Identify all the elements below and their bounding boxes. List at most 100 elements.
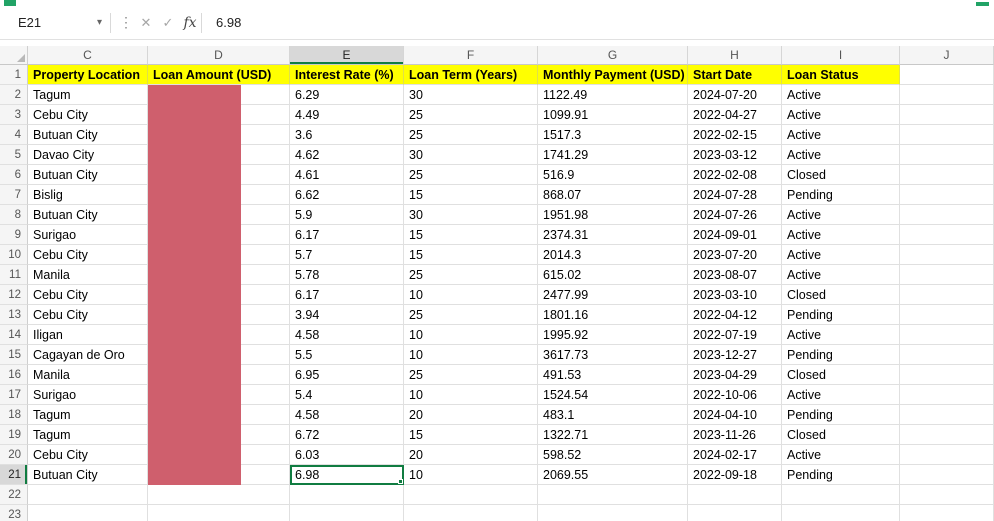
chevron-down-icon[interactable]: ▾ — [97, 17, 102, 28]
cell-C5[interactable]: Davao City — [28, 145, 148, 165]
cell-G4[interactable]: 1517.3 — [538, 125, 688, 145]
cell-G15[interactable]: 3617.73 — [538, 345, 688, 365]
cell-J1[interactable] — [900, 65, 994, 85]
cell-H7[interactable]: 2024-07-28 — [688, 185, 782, 205]
cell-J18[interactable] — [900, 405, 994, 425]
cell-J21[interactable] — [900, 465, 994, 485]
cell-H8[interactable]: 2024-07-26 — [688, 205, 782, 225]
cell-J14[interactable] — [900, 325, 994, 345]
cell-G5[interactable]: 1741.29 — [538, 145, 688, 165]
cell-F5[interactable]: 30 — [404, 145, 538, 165]
cell-J15[interactable] — [900, 345, 994, 365]
cell-H10[interactable]: 2023-07-20 — [688, 245, 782, 265]
cell-J12[interactable] — [900, 285, 994, 305]
cancel-icon[interactable]: ✕ — [135, 15, 157, 31]
cell-F16[interactable]: 25 — [404, 365, 538, 385]
cell-F13[interactable]: 25 — [404, 305, 538, 325]
cell-H21[interactable]: 2022-09-18 — [688, 465, 782, 485]
cell-G16[interactable]: 491.53 — [538, 365, 688, 385]
cell-F23[interactable] — [404, 505, 538, 521]
row-header-14[interactable]: 14 — [0, 325, 28, 345]
formula-input[interactable]: 6.98 — [212, 11, 994, 35]
cell-I18[interactable]: Pending — [782, 405, 900, 425]
cell-C13[interactable]: Cebu City — [28, 305, 148, 325]
cell-E15[interactable]: 5.5 — [290, 345, 404, 365]
cell-H12[interactable]: 2023-03-10 — [688, 285, 782, 305]
cell-I4[interactable]: Active — [782, 125, 900, 145]
cell-I3[interactable]: Active — [782, 105, 900, 125]
cell-G1[interactable]: Monthly Payment (USD) — [538, 65, 688, 85]
row-header-6[interactable]: 6 — [0, 165, 28, 185]
cell-H3[interactable]: 2022-04-27 — [688, 105, 782, 125]
cell-I15[interactable]: Pending — [782, 345, 900, 365]
cell-E14[interactable]: 4.58 — [290, 325, 404, 345]
fill-handle[interactable] — [398, 479, 403, 484]
cell-E6[interactable]: 4.61 — [290, 165, 404, 185]
cell-H15[interactable]: 2023-12-27 — [688, 345, 782, 365]
cell-E17[interactable]: 5.4 — [290, 385, 404, 405]
row-header-1[interactable]: 1 — [0, 65, 28, 85]
cell-C16[interactable]: Manila — [28, 365, 148, 385]
cell-I14[interactable]: Active — [782, 325, 900, 345]
cell-C12[interactable]: Cebu City — [28, 285, 148, 305]
row-header-12[interactable]: 12 — [0, 285, 28, 305]
cell-D23[interactable] — [148, 505, 290, 521]
cell-J2[interactable] — [900, 85, 994, 105]
cell-I10[interactable]: Active — [782, 245, 900, 265]
cell-G12[interactable]: 2477.99 — [538, 285, 688, 305]
cell-I2[interactable]: Active — [782, 85, 900, 105]
cell-G7[interactable]: 868.07 — [538, 185, 688, 205]
row-header-21[interactable]: 21 — [0, 465, 28, 485]
cell-F6[interactable]: 25 — [404, 165, 538, 185]
cell-C23[interactable] — [28, 505, 148, 521]
cell-C1[interactable]: Property Location — [28, 65, 148, 85]
cell-D1[interactable]: Loan Amount (USD) — [148, 65, 290, 85]
cell-F9[interactable]: 15 — [404, 225, 538, 245]
cell-F20[interactable]: 20 — [404, 445, 538, 465]
cell-C8[interactable]: Butuan City — [28, 205, 148, 225]
row-header-13[interactable]: 13 — [0, 305, 28, 325]
cell-I19[interactable]: Closed — [782, 425, 900, 445]
select-all-corner[interactable] — [0, 46, 28, 65]
cell-C6[interactable]: Butuan City — [28, 165, 148, 185]
cell-J23[interactable] — [900, 505, 994, 521]
cell-G21[interactable]: 2069.55 — [538, 465, 688, 485]
column-header-I[interactable]: I — [782, 46, 900, 65]
cell-F2[interactable]: 30 — [404, 85, 538, 105]
cell-C21[interactable]: Butuan City — [28, 465, 148, 485]
cell-H16[interactable]: 2023-04-29 — [688, 365, 782, 385]
cell-E11[interactable]: 5.78 — [290, 265, 404, 285]
cell-C14[interactable]: Iligan — [28, 325, 148, 345]
cell-C11[interactable]: Manila — [28, 265, 148, 285]
cell-E22[interactable] — [290, 485, 404, 505]
name-box[interactable]: E21 ▾ — [8, 11, 110, 35]
cell-H13[interactable]: 2022-04-12 — [688, 305, 782, 325]
cell-I13[interactable]: Pending — [782, 305, 900, 325]
cell-G23[interactable] — [538, 505, 688, 521]
cell-J10[interactable] — [900, 245, 994, 265]
cell-J4[interactable] — [900, 125, 994, 145]
cell-I5[interactable]: Active — [782, 145, 900, 165]
cell-D22[interactable] — [148, 485, 290, 505]
cell-G17[interactable]: 1524.54 — [538, 385, 688, 405]
insert-function-icon[interactable]: fx — [179, 15, 201, 31]
cell-I7[interactable]: Pending — [782, 185, 900, 205]
cell-J11[interactable] — [900, 265, 994, 285]
cell-G10[interactable]: 2014.3 — [538, 245, 688, 265]
cell-C2[interactable]: Tagum — [28, 85, 148, 105]
row-header-9[interactable]: 9 — [0, 225, 28, 245]
row-header-11[interactable]: 11 — [0, 265, 28, 285]
row-header-8[interactable]: 8 — [0, 205, 28, 225]
cell-J8[interactable] — [900, 205, 994, 225]
cell-C10[interactable]: Cebu City — [28, 245, 148, 265]
cell-F12[interactable]: 10 — [404, 285, 538, 305]
cell-H6[interactable]: 2022-02-08 — [688, 165, 782, 185]
cell-E8[interactable]: 5.9 — [290, 205, 404, 225]
cell-F21[interactable]: 10 — [404, 465, 538, 485]
cell-F14[interactable]: 10 — [404, 325, 538, 345]
row-header-17[interactable]: 17 — [0, 385, 28, 405]
row-header-5[interactable]: 5 — [0, 145, 28, 165]
cell-C9[interactable]: Surigao — [28, 225, 148, 245]
cell-C19[interactable]: Tagum — [28, 425, 148, 445]
cell-C7[interactable]: Bislig — [28, 185, 148, 205]
